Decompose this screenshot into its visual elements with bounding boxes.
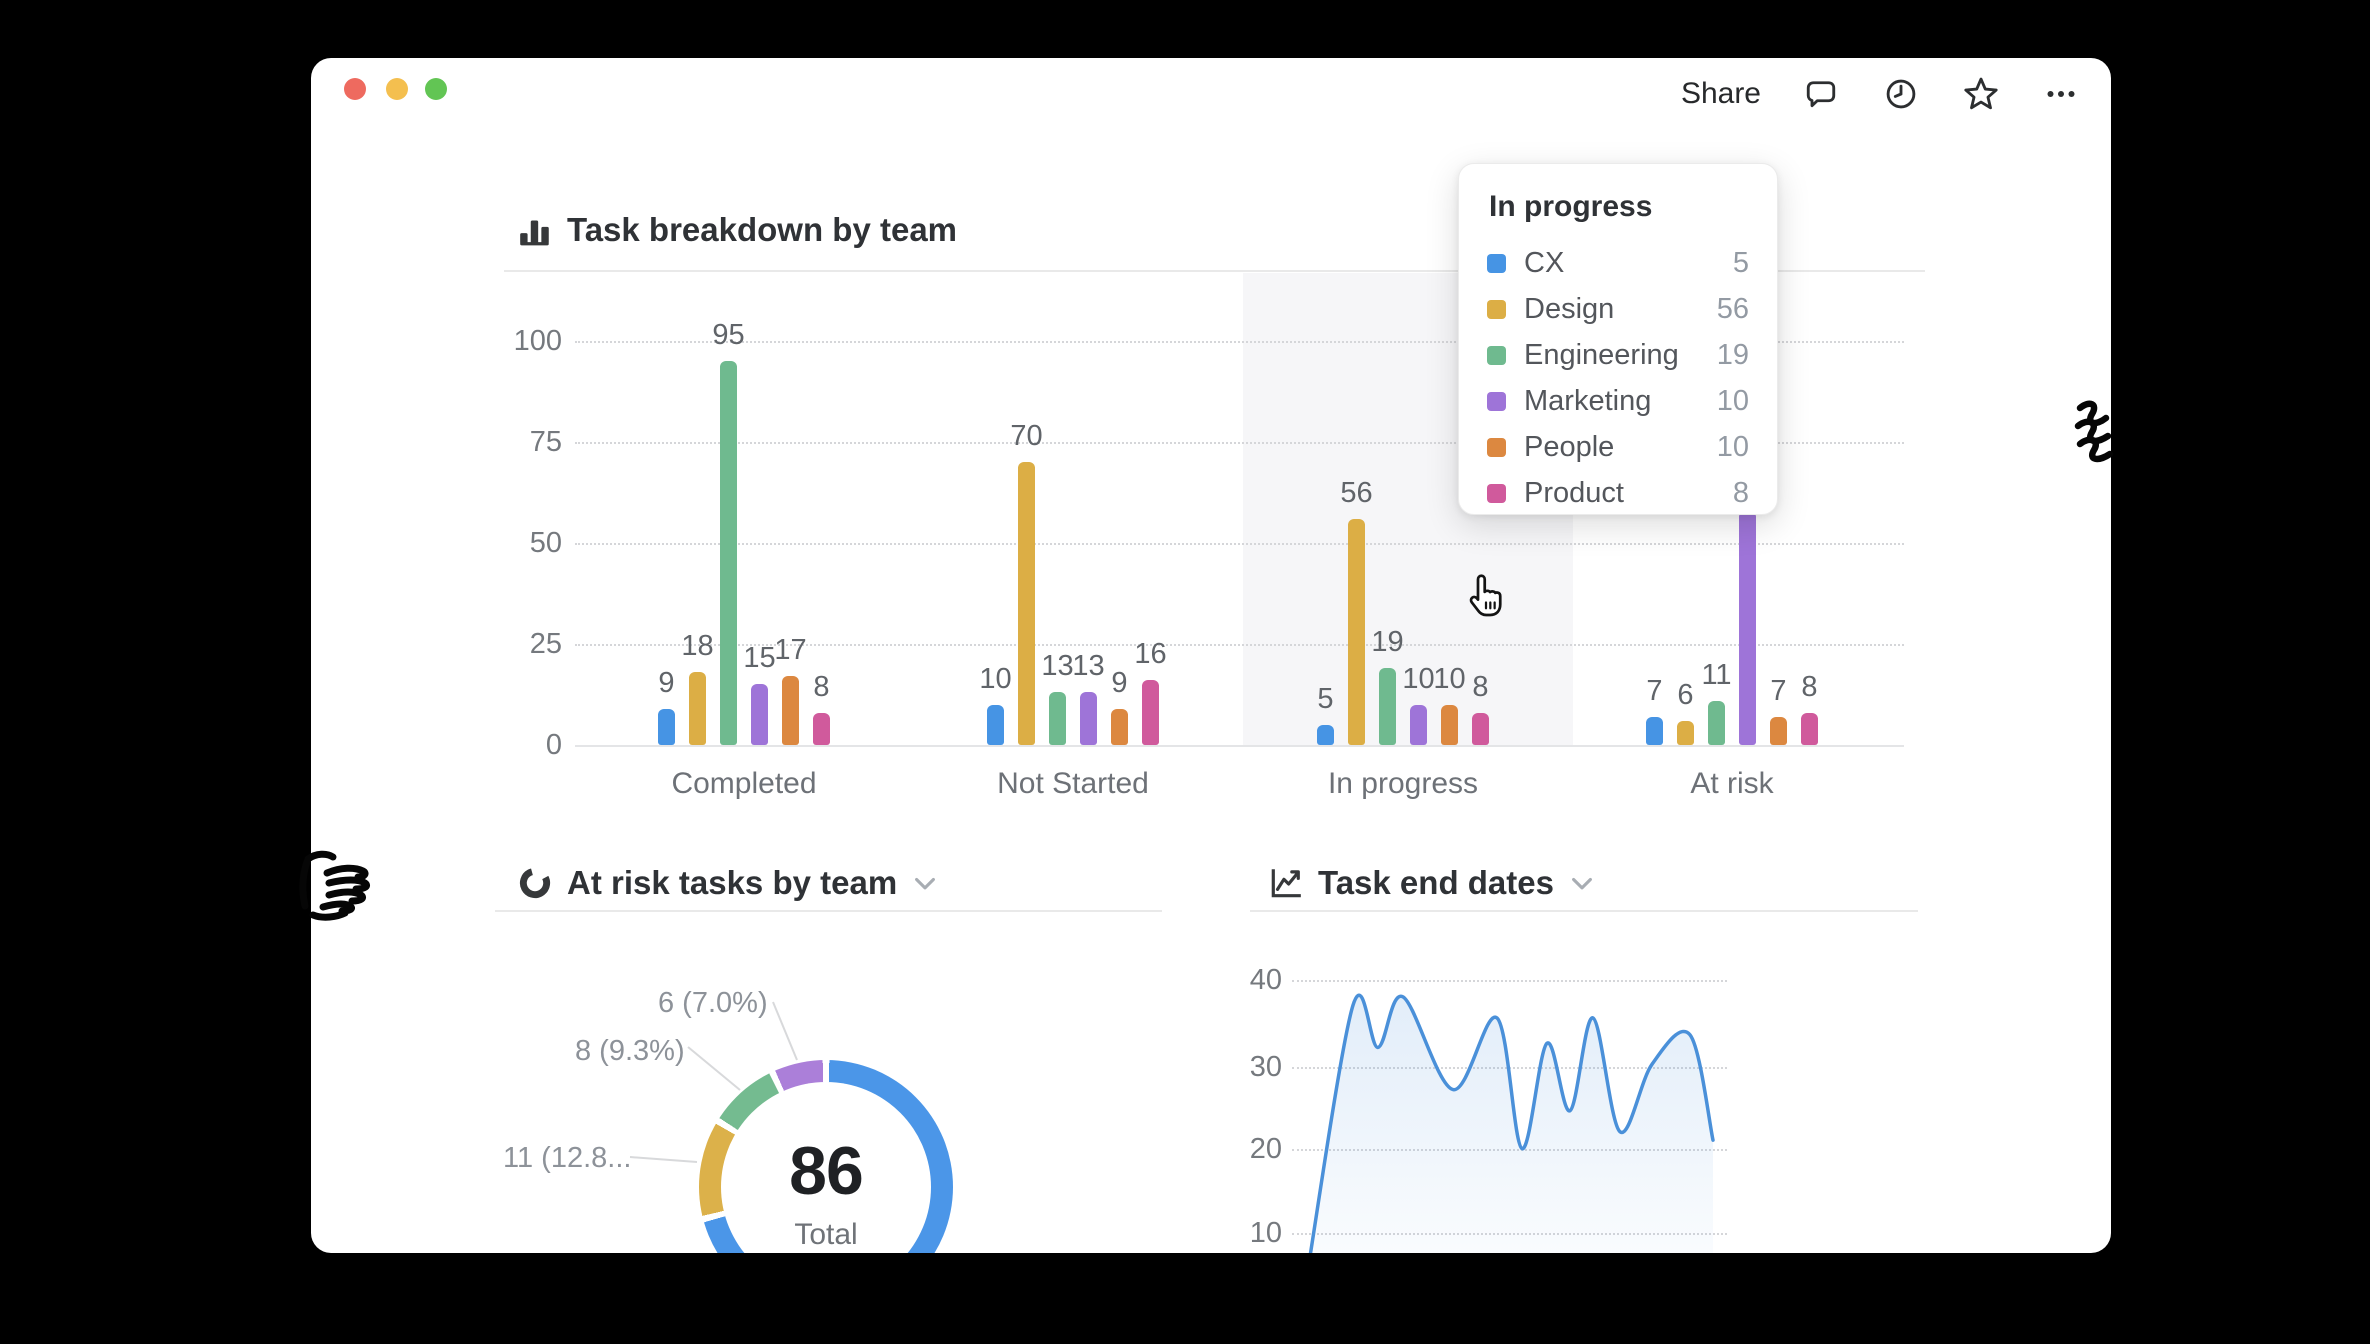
y-axis-tick-label: 100: [462, 325, 562, 357]
hand-doodle-right: [2072, 396, 2114, 468]
tooltip-team-value: 5: [1733, 247, 1749, 280]
legend-swatch-engineering: [1487, 346, 1506, 365]
legend-swatch-design: [1487, 300, 1506, 319]
donut-chart-title[interactable]: At risk tasks by team: [517, 861, 939, 905]
bar-marketing-at-risk[interactable]: [1739, 511, 1756, 745]
bar-product-at-risk[interactable]: [1801, 713, 1818, 745]
y-axis-tick-label: 50: [462, 527, 562, 559]
y-axis-tick-label: 25: [462, 628, 562, 660]
hand-cursor: [1462, 574, 1510, 622]
y-axis-tick-label: 75: [462, 426, 562, 458]
divider: [495, 910, 1162, 912]
line-chart-title-text: Task end dates: [1318, 864, 1554, 902]
tooltip-team-name: CX: [1524, 247, 1715, 280]
app-window: Share: [311, 58, 2111, 1253]
tooltip-team-name: Engineering: [1524, 339, 1699, 372]
bar-marketing-completed[interactable]: [751, 684, 768, 745]
x-axis-line: [575, 745, 1904, 747]
donut-total-value: 86: [699, 1132, 953, 1210]
tooltip-row: Design 56: [1487, 286, 1749, 332]
tooltip-row: Product 8: [1487, 470, 1749, 516]
divider: [1250, 910, 1918, 912]
bar-cx-at-risk[interactable]: [1646, 717, 1663, 745]
minimize-window-button[interactable]: [386, 78, 408, 100]
legend-swatch-people: [1487, 438, 1506, 457]
tooltip-row: People 10: [1487, 424, 1749, 470]
bar-value-label: 95: [684, 319, 774, 351]
donut-chart-icon: [517, 865, 553, 901]
donut-chart-title-text: At risk tasks by team: [567, 864, 897, 902]
donut-total-label: Total: [699, 1218, 953, 1252]
more-options-icon[interactable]: [2041, 74, 2081, 114]
bar-design-completed[interactable]: [689, 672, 706, 745]
tooltip-row: CX 5: [1487, 240, 1749, 286]
gridline: [575, 543, 1904, 545]
zoom-window-button[interactable]: [425, 78, 447, 100]
line-chart-icon: [1268, 865, 1304, 901]
comment-icon[interactable]: [1801, 74, 1841, 114]
legend-swatch-cx: [1487, 254, 1506, 273]
bar-value-label: 8: [777, 671, 867, 703]
tooltip-team-value: 8: [1733, 477, 1749, 510]
tooltip-team-name: Design: [1524, 293, 1699, 326]
history-clock-icon[interactable]: [1881, 74, 1921, 114]
bar-people-at-risk[interactable]: [1770, 717, 1787, 745]
x-axis-category-label: In progress: [1283, 768, 1523, 800]
share-button[interactable]: Share: [1681, 77, 1761, 111]
hand-doodle-left: [292, 850, 380, 926]
bar-engineering-at-risk[interactable]: [1708, 701, 1725, 745]
at-risk-donut-chart[interactable]: 86 Total: [699, 1060, 953, 1253]
bar-people-in-progress[interactable]: [1441, 705, 1458, 745]
bar-people-not-started[interactable]: [1111, 709, 1128, 745]
favorite-star-icon[interactable]: [1961, 74, 2001, 114]
bar-product-in-progress[interactable]: [1472, 713, 1489, 745]
legend-swatch-marketing: [1487, 392, 1506, 411]
tooltip-team-value: 10: [1717, 385, 1749, 418]
tooltip-team-name: Product: [1524, 477, 1715, 510]
bar-value-label: 16: [1106, 638, 1196, 670]
desktop-background: Share: [0, 0, 2370, 1344]
line-chart-title[interactable]: Task end dates: [1268, 861, 1596, 905]
bar-product-completed[interactable]: [813, 713, 830, 745]
tooltip-row: Marketing 10: [1487, 378, 1749, 424]
x-axis-category-label: Not Started: [953, 768, 1193, 800]
tooltip-team-value: 56: [1717, 293, 1749, 326]
x-axis-category-label: At risk: [1612, 768, 1852, 800]
close-window-button[interactable]: [344, 78, 366, 100]
bar-cx-not-started[interactable]: [987, 705, 1004, 745]
bar-engineering-completed[interactable]: [720, 361, 737, 745]
bar-value-label: 8: [1765, 671, 1855, 703]
y-axis-tick-label: 0: [462, 729, 562, 761]
bar-engineering-not-started[interactable]: [1049, 692, 1066, 745]
bar-chart-icon: [517, 212, 553, 248]
tooltip-team-name: People: [1524, 431, 1699, 464]
chart-tooltip: In progress CX 5 Design 56 Engineering 19 Mark…: [1458, 163, 1778, 515]
chevron-down-icon[interactable]: [1568, 869, 1596, 897]
bar-product-not-started[interactable]: [1142, 680, 1159, 745]
bar-value-label: 17: [746, 634, 836, 666]
tooltip-team-value: 19: [1717, 339, 1749, 372]
legend-swatch-product: [1487, 484, 1506, 503]
bar-marketing-not-started[interactable]: [1080, 692, 1097, 745]
bar-value-label: 70: [982, 420, 1072, 452]
toolbar: Share: [1681, 74, 2081, 114]
breakdown-chart-title[interactable]: Task breakdown by team: [517, 208, 957, 252]
bar-value-label: 19: [1343, 626, 1433, 658]
tooltip-row: Engineering 19: [1487, 332, 1749, 378]
bar-marketing-in-progress[interactable]: [1410, 705, 1427, 745]
breakdown-chart-title-text: Task breakdown by team: [567, 211, 957, 249]
tooltip-team-value: 10: [1717, 431, 1749, 464]
chevron-down-icon[interactable]: [911, 869, 939, 897]
bar-cx-in-progress[interactable]: [1317, 725, 1334, 745]
bar-design-at-risk[interactable]: [1677, 721, 1694, 745]
bar-cx-completed[interactable]: [658, 709, 675, 745]
task-end-dates-chart[interactable]: [1251, 958, 1751, 1253]
bar-value-label: 56: [1312, 477, 1402, 509]
tooltip-rows: CX5Design56Engineering19Marketing10Peopl…: [1487, 240, 1749, 516]
tooltip-team-name: Marketing: [1524, 385, 1699, 418]
bar-design-not-started[interactable]: [1018, 462, 1035, 745]
tooltip-title: In progress: [1489, 190, 1749, 224]
bar-value-label: 8: [1436, 671, 1526, 703]
x-axis-category-label: Completed: [624, 768, 864, 800]
